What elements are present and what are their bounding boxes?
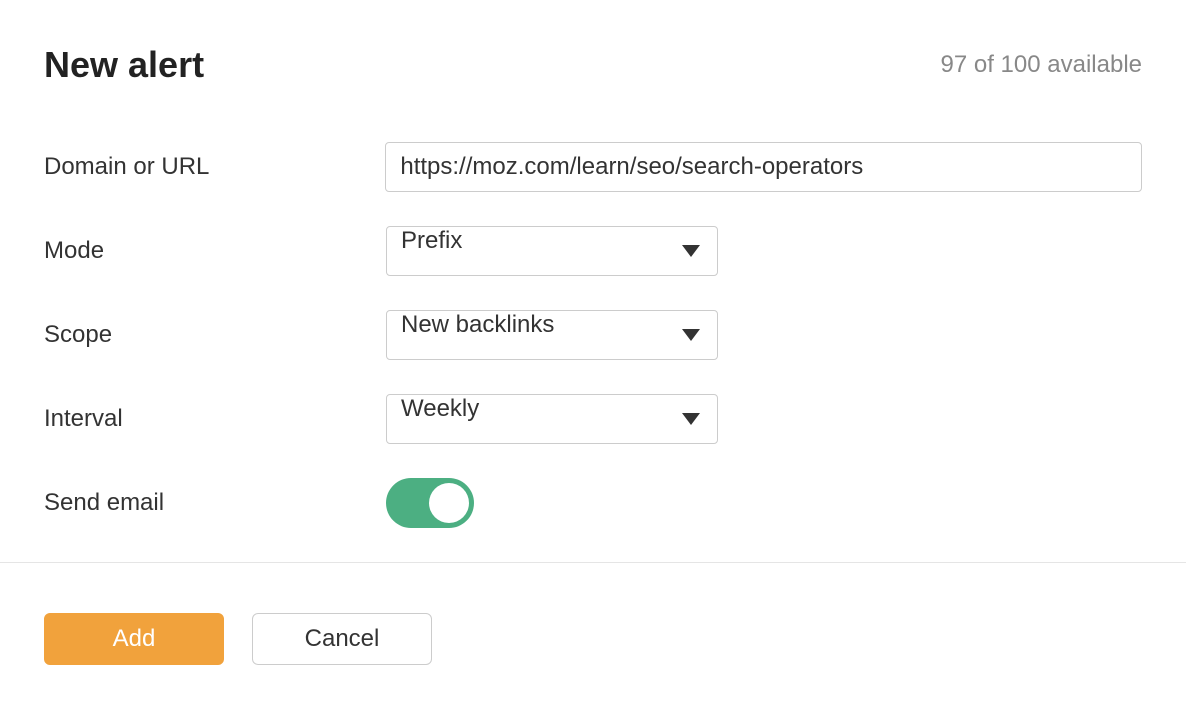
footer: Add Cancel — [0, 563, 1186, 709]
toggle-knob — [429, 483, 469, 523]
header: New alert 97 of 100 available — [44, 44, 1142, 86]
send-email-toggle[interactable] — [386, 478, 474, 528]
add-button[interactable]: Add — [44, 613, 224, 665]
mode-select[interactable]: Prefix — [386, 226, 718, 276]
send-email-label: Send email — [44, 489, 386, 517]
row-mode: Mode Prefix — [44, 226, 1142, 276]
row-interval: Interval Weekly — [44, 394, 1142, 444]
page-title: New alert — [44, 44, 204, 86]
domain-label: Domain or URL — [44, 153, 385, 181]
interval-label: Interval — [44, 405, 386, 433]
mode-label: Mode — [44, 237, 386, 265]
scope-label: Scope — [44, 321, 386, 349]
domain-input[interactable] — [385, 142, 1142, 192]
scope-select[interactable]: New backlinks — [386, 310, 718, 360]
row-send-email: Send email — [44, 478, 1142, 528]
interval-select[interactable]: Weekly — [386, 394, 718, 444]
cancel-button[interactable]: Cancel — [252, 613, 432, 665]
row-scope: Scope New backlinks — [44, 310, 1142, 360]
available-count: 97 of 100 available — [941, 51, 1143, 79]
row-domain: Domain or URL — [44, 142, 1142, 192]
